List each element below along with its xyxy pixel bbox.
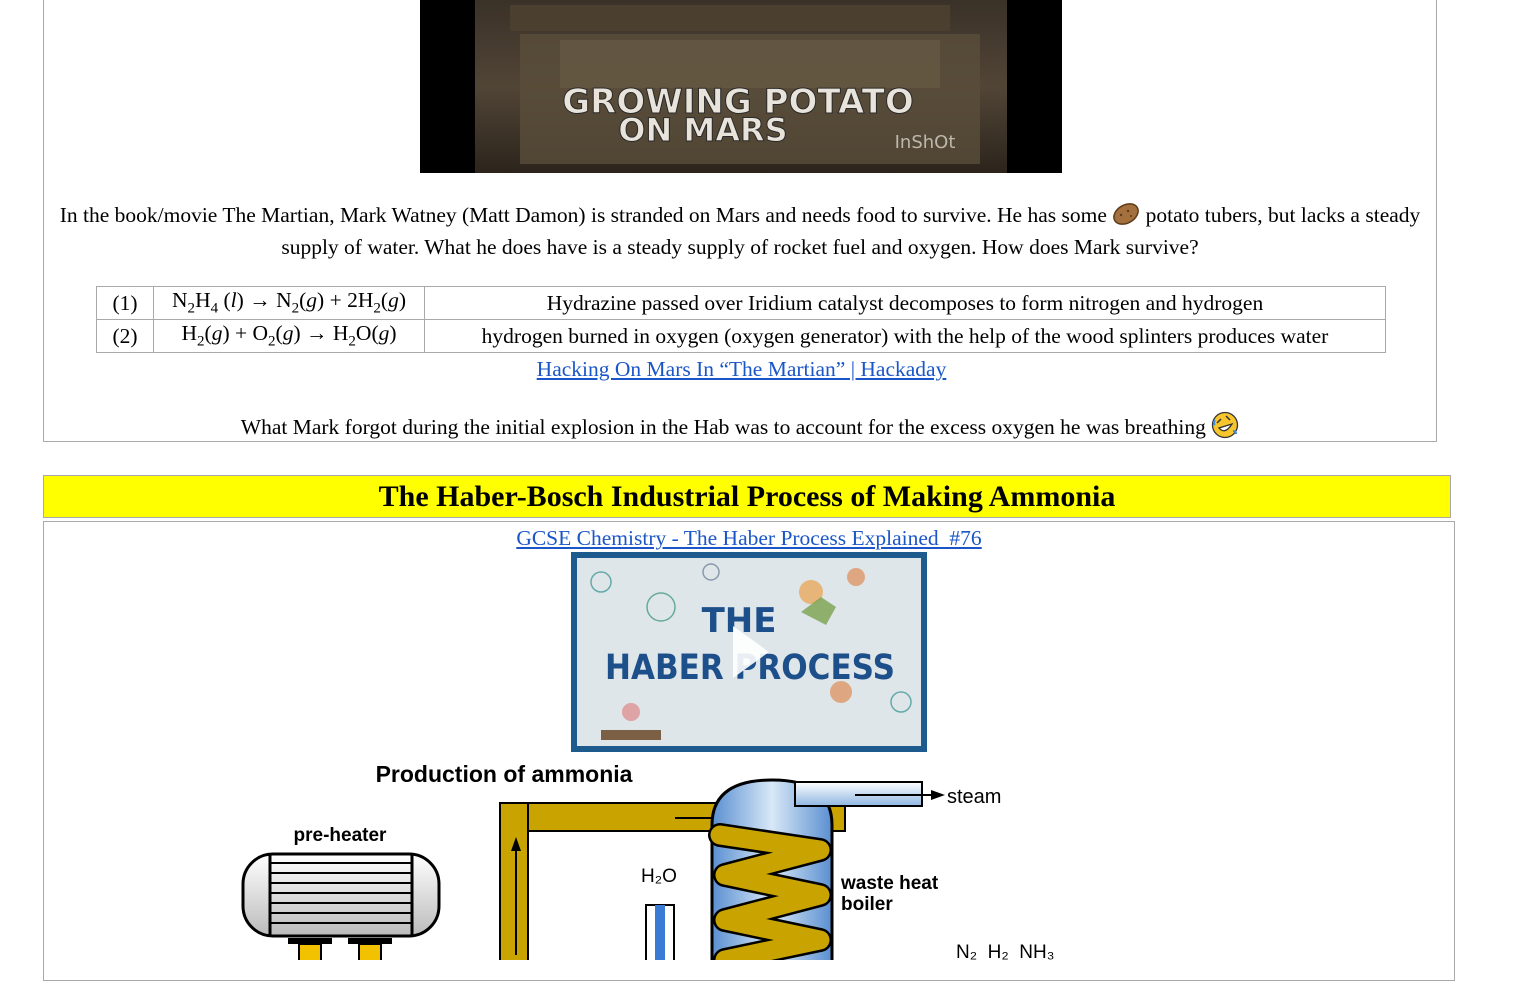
- reaction-table: (1) N2H4 (l) → N2(g) + 2H2(g) Hydrazine …: [96, 286, 1386, 353]
- ammonia-diagram-svg: Production of ammonia pre-heater steam w…: [241, 761, 1055, 960]
- potato-video[interactable]: GROWING POTATO ON MARS InShOt: [420, 0, 1062, 173]
- reaction-equation: H2(g) + O2(g) → H2O(g): [153, 319, 425, 353]
- rolling-laughing-icon: [1211, 411, 1239, 446]
- potato-video-watermark: InShOt: [895, 132, 956, 153]
- reaction-description: hydrogen burned in oxygen (oxygen genera…: [424, 319, 1386, 353]
- forgot-paragraph: What Mark forgot during the initial expl…: [44, 411, 1436, 446]
- boiler-label-line1: waste heat: [840, 873, 939, 894]
- intro-paragraph: In the book/movie The Martian, Mark Watn…: [44, 201, 1436, 261]
- potato-icon: [1112, 202, 1140, 233]
- potato-video-title-line2: ON MARS: [618, 111, 787, 149]
- steam-label: steam: [947, 786, 1001, 808]
- preheater-label: pre-heater: [294, 825, 388, 846]
- forgot-text: What Mark forgot during the initial expl…: [240, 415, 1206, 439]
- potato-video-thumbnail: GROWING POTATO ON MARS InShOt: [420, 0, 1062, 173]
- haber-video-thumbnail: THE HABER PROCESS: [571, 552, 927, 752]
- gcse-link[interactable]: GCSE Chemistry - The Haber Process Expla…: [516, 526, 981, 550]
- water-label: H₂O: [641, 866, 677, 887]
- reaction-equation: N2H4 (l) → N2(g) + 2H2(g): [153, 286, 425, 320]
- diagram-title: Production of ammonia: [376, 761, 633, 787]
- boiler-label-line2: boiler: [841, 894, 893, 915]
- intro-text-1: In the book/movie The Martian, Mark Watn…: [59, 203, 1107, 227]
- reaction-description: Hydrazine passed over Iridium catalyst d…: [424, 286, 1386, 320]
- ammonia-diagram: Production of ammonia pre-heater steam w…: [200, 755, 1100, 960]
- outputs-label: N₂ H₂ NH₃: [956, 942, 1055, 960]
- reaction-row: (1) N2H4 (l) → N2(g) + 2H2(g) Hydrazine …: [96, 286, 1386, 320]
- haber-video[interactable]: THE HABER PROCESS: [571, 552, 927, 752]
- haber-bosch-banner: The Haber-Bosch Industrial Process of Ma…: [43, 475, 1451, 518]
- reaction-number: (1): [96, 286, 154, 320]
- hackaday-link-container: Hacking On Mars In “The Martian” | Hacka…: [0, 356, 1483, 382]
- hackaday-link[interactable]: Hacking On Mars In “The Martian” | Hacka…: [537, 357, 947, 381]
- reaction-number: (2): [96, 319, 154, 353]
- reaction-row: (2) H2(g) + O2(g) → H2O(g) hydrogen burn…: [96, 319, 1386, 353]
- gcse-link-container: GCSE Chemistry - The Haber Process Expla…: [0, 525, 1498, 551]
